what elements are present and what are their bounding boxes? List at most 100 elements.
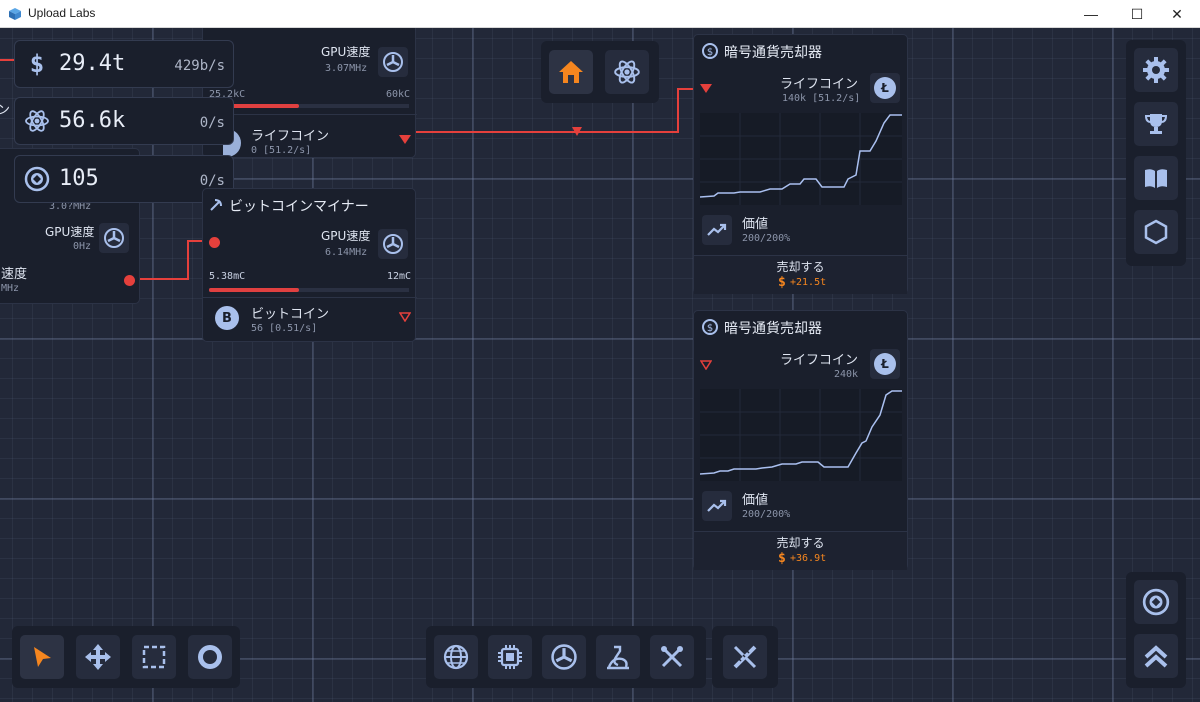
workspace-canvas[interactable]: ン 3.0?MHz GPU速度 0Hz 速度 MHz GPU速度 3.07MHz… [0, 28, 1200, 702]
top-miner-node[interactable]: GPU速度 3.07MHz 25.2kC 60kC ライフコイン 0 [51.2… [202, 28, 417, 158]
sell-button[interactable]: 売却する $ +36.9t [694, 531, 907, 570]
coin-value: 140k [51.2/s] [782, 93, 861, 104]
input-port[interactable] [209, 237, 220, 248]
sell-label: 売却する [776, 536, 825, 550]
gpu-speed-value: 3.07MHz [325, 63, 368, 74]
gpu-speed-label: GPU速度 [45, 225, 95, 239]
achievements-button[interactable] [1134, 102, 1178, 146]
coin-slot[interactable]: Ł [870, 73, 900, 103]
globe-icon [443, 644, 469, 670]
upgrade-button[interactable] [1134, 634, 1178, 678]
gpu-speed-label: GPU速度 [321, 45, 371, 59]
litecoin-icon: Ł [874, 77, 896, 99]
cursor-tool-button[interactable] [20, 635, 64, 679]
move-tool-button[interactable] [76, 635, 120, 679]
app-logo-icon [9, 8, 21, 20]
research-button[interactable] [596, 635, 640, 679]
crypto-seller-node-1[interactable]: $ 暗号通貨売却器 ライフコイン 140k [51.2/s] Ł 価値 200/… [693, 34, 908, 294]
input-arrow-icon[interactable] [700, 360, 712, 370]
settings-button[interactable] [1134, 48, 1178, 92]
input-arrow-icon[interactable] [700, 84, 712, 94]
sell-amount: +21.5t [790, 277, 827, 288]
progress-track [209, 104, 409, 108]
exchange-icon: $ [702, 319, 718, 335]
select-tool-button[interactable] [132, 635, 176, 679]
circle-tool-button[interactable] [188, 635, 232, 679]
bitcoin-icon: B [215, 306, 239, 330]
move-icon [85, 644, 111, 670]
chevrons-up-icon [1144, 645, 1168, 668]
gpu-button[interactable] [542, 635, 586, 679]
trend-icon-box [702, 491, 732, 521]
guide-button[interactable] [1134, 156, 1178, 200]
crypto-seller-node-2[interactable]: $ 暗号通貨売却器 ライフコイン 240k Ł 価値 200/200% 売却する… [693, 310, 908, 570]
home-button[interactable] [549, 50, 593, 94]
progress-track [209, 288, 409, 292]
price-line [699, 114, 902, 198]
gpu-fan-icon [551, 644, 577, 670]
dollar-icon: $ [778, 551, 786, 566]
coin-value: 56 [0.51/s] [251, 323, 318, 334]
speed-value: MHz [1, 283, 20, 294]
hexagon-icon [1144, 219, 1168, 245]
token-button[interactable] [1134, 580, 1178, 624]
right-menu-tray [1126, 40, 1186, 266]
resource-rate: 429b/s [174, 58, 225, 74]
speed-label: 速度 [1, 267, 28, 282]
exchange-icon: $ [702, 43, 718, 59]
edit-tray [712, 626, 778, 688]
svg-text:$: $ [707, 323, 713, 334]
gpu-slot[interactable] [99, 223, 129, 253]
node-title: ビットコインマイナー [229, 199, 369, 215]
sell-amount: +36.9t [790, 553, 827, 564]
research-nav-button[interactable] [605, 50, 649, 94]
window-titlebar: Upload Labs — ☐ ✕ [0, 0, 1200, 28]
price-line [699, 390, 902, 475]
top-nav-tray [541, 41, 659, 103]
tools-button[interactable] [650, 635, 694, 679]
design-button[interactable] [723, 635, 767, 679]
output-arrow-icon[interactable] [399, 312, 411, 322]
network-button[interactable] [434, 635, 478, 679]
coin-value: 240k [834, 369, 859, 380]
gpu-slot[interactable] [378, 229, 408, 259]
right-bottom-tray [1126, 572, 1186, 688]
output-port[interactable] [124, 275, 135, 286]
home-icon [559, 61, 583, 83]
gpu-fan-icon [383, 234, 403, 254]
coin-value: 0 [51.2/s] [251, 145, 312, 156]
gpu-slot[interactable] [378, 47, 408, 77]
modules-button[interactable] [1134, 210, 1178, 254]
value-percent: 200/200% [742, 509, 791, 520]
gpu-speed-label: GPU速度 [321, 229, 371, 243]
minimize-button[interactable]: — [1068, 0, 1114, 28]
output-arrow-icon[interactable] [399, 135, 411, 145]
resource-rate: 0/s [199, 173, 225, 189]
cpu-icon [498, 645, 522, 669]
node-title: 暗号通貨売却器 [724, 45, 822, 61]
price-chart [699, 389, 902, 481]
sell-button[interactable]: 売却する $ +21.5t [694, 255, 907, 294]
build-bar [426, 626, 706, 688]
coin-name: ビットコイン [251, 307, 330, 322]
gpu-fan-icon [383, 52, 403, 72]
atom-icon [23, 107, 51, 135]
trophy-icon [1144, 114, 1168, 134]
token-icon [23, 165, 51, 193]
coin-slot[interactable]: Ł [870, 349, 900, 379]
coin-name: ライフコイン [251, 129, 330, 144]
trend-up-icon [707, 223, 727, 236]
ruler-pencil-icon [733, 645, 757, 669]
litecoin-icon: Ł [874, 353, 896, 375]
close-button[interactable]: ✕ [1154, 0, 1200, 28]
bitcoin-miner-node[interactable]: ビットコインマイナー GPU速度 6.14MHz 5.38mC 12mC B ビ… [202, 188, 417, 342]
resource-token: 105 0/s [14, 155, 234, 203]
coin-name: ライフコイン [780, 77, 859, 92]
resource-money: $ 29.4t 429b/s [14, 40, 234, 88]
pickaxe-icon [210, 199, 222, 211]
cpu-button[interactable] [488, 635, 532, 679]
resource-rate: 0/s [199, 115, 225, 131]
resource-value: 29.4t [59, 51, 126, 76]
dollar-icon: $ [29, 50, 45, 78]
value-percent: 200/200% [742, 233, 791, 244]
